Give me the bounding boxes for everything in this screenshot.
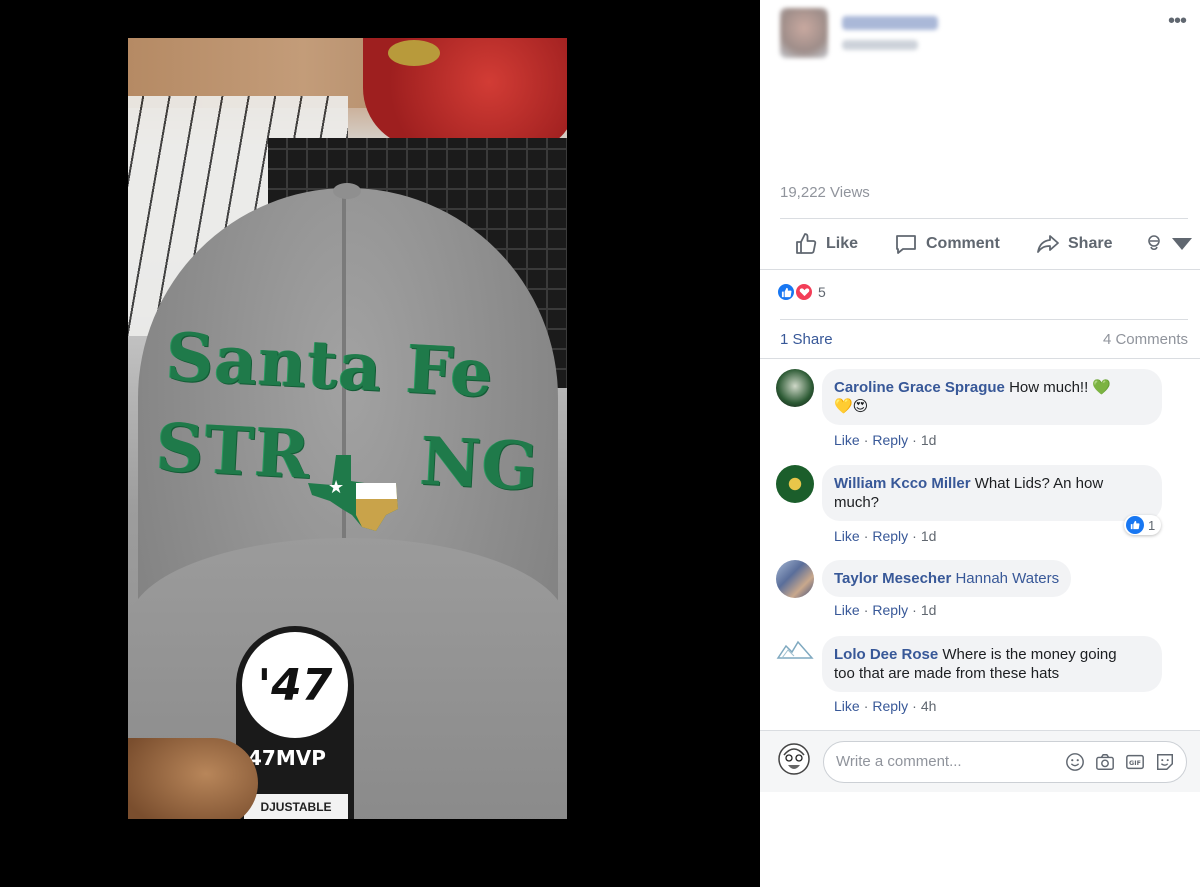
video-player[interactable]: Santa Fe STR NG ★ '47 47MVP DJUSTABLE [128, 38, 567, 819]
comment-text-line2: too that are made from these hats [834, 665, 1060, 682]
poster-name-blurred[interactable] [842, 16, 938, 30]
tag-model-text: 47MVP [248, 746, 326, 770]
comment-author[interactable]: William Kcco Miller [834, 475, 971, 492]
svg-text:★: ★ [328, 477, 344, 498]
comment-author[interactable]: Caroline Grace Sprague [834, 379, 1005, 396]
comment-actions: Like · Reply · 4h [834, 698, 937, 714]
comment-text[interactable]: Hannah Waters [955, 570, 1059, 587]
comment-reaction-badge[interactable]: 1 [1124, 515, 1162, 535]
user-avatar-small-icon [1148, 235, 1160, 251]
emoji-icon[interactable] [1064, 751, 1086, 773]
chevron-down-icon [1172, 238, 1192, 250]
like-reaction-icon [1126, 516, 1144, 534]
reactions-summary[interactable]: 5 [776, 282, 826, 302]
comment-text: What Lids? An how [974, 475, 1104, 492]
comment-bubble: William Kcco Miller What Lids? An how mu… [822, 465, 1162, 521]
comment-time[interactable]: 1d [921, 432, 937, 448]
comment-actions: Like · Reply · 1d [834, 432, 937, 448]
comment-reply-link[interactable]: Reply [872, 698, 908, 714]
comment-like-link[interactable]: Like [834, 528, 860, 544]
cap-text-line2b: NG [418, 421, 542, 506]
share-button[interactable]: Share [1036, 232, 1112, 256]
comment-reply-link[interactable]: Reply [872, 432, 908, 448]
tag-logo-circle: '47 [242, 632, 348, 738]
share-count-link[interactable]: 1 Share [780, 331, 833, 348]
comment-text-line2: much? [834, 494, 880, 511]
like-button[interactable]: Like [794, 232, 858, 256]
comment-actions: Like · Reply · 1d [834, 602, 937, 618]
share-label: Share [1068, 235, 1113, 252]
like-label: Like [826, 235, 859, 252]
comment-reaction-count: 1 [1148, 517, 1156, 533]
comment-author[interactable]: Taylor Mesecher [834, 570, 951, 587]
more-options-button[interactable]: ••• [1168, 10, 1187, 33]
comment-label: Comment [926, 235, 1000, 252]
divider [780, 319, 1188, 320]
post-as-selector[interactable] [1142, 232, 1194, 256]
reaction-count: 5 [818, 284, 826, 300]
comment-composer: Write a comment... GIF [760, 730, 1200, 792]
camera-icon[interactable] [1094, 751, 1116, 773]
user-avatar-icon [778, 743, 810, 775]
comment-bubble: Taylor Mesecher Hannah Waters [822, 560, 1072, 597]
comment-input-placeholder: Write a comment... [836, 753, 962, 770]
cap-text-line2a: STR [154, 408, 313, 495]
comment-author[interactable]: Lolo Dee Rose [834, 646, 938, 663]
comment-count-link[interactable]: 4 Comments [1103, 331, 1188, 348]
comment-time[interactable]: 1d [921, 528, 937, 544]
like-reaction-icon [776, 282, 796, 302]
love-reaction-icon [794, 282, 814, 302]
post-actions-bar: Like Comment Share [760, 222, 1200, 266]
commenter-avatar[interactable] [776, 465, 814, 503]
post-side-panel: ••• 19,222 Views Like Comment Share 5 1 … [760, 0, 1200, 887]
sticker-icon[interactable] [1154, 751, 1176, 773]
gif-icon[interactable]: GIF [1124, 751, 1146, 773]
comment-bubble: Lolo Dee Rose Where is the money going t… [822, 636, 1162, 692]
comment-like-link[interactable]: Like [834, 602, 860, 618]
comment-text: How much!! 💚 [1009, 379, 1112, 396]
comment-time[interactable]: 4h [921, 698, 937, 714]
post-meta-blurred [842, 40, 918, 50]
video-thumb [128, 738, 258, 819]
comment-like-link[interactable]: Like [834, 432, 860, 448]
commenter-avatar[interactable] [776, 636, 814, 674]
comment-actions: Like · Reply · 1d [834, 528, 937, 544]
comment-text: Where is the money going [942, 646, 1117, 663]
tag-adjustable-text: DJUSTABLE [244, 794, 348, 819]
comment-bubble-icon [896, 235, 916, 254]
commenter-avatar[interactable] [776, 369, 814, 407]
svg-text:GIF: GIF [1129, 760, 1141, 767]
media-viewer: Santa Fe STR NG ★ '47 47MVP DJUSTABLE [0, 0, 760, 887]
post-header: ••• [760, 0, 1200, 80]
view-count: 19,222 Views [780, 184, 870, 201]
share-arrow-icon [1037, 235, 1059, 253]
mountain-avatar-icon [776, 640, 814, 659]
comment-input[interactable]: Write a comment... GIF [823, 741, 1187, 783]
comment-button[interactable]: Comment [894, 232, 1000, 256]
divider [760, 358, 1200, 359]
poster-avatar[interactable] [780, 8, 828, 58]
video-red-cap-logo [388, 40, 440, 66]
commenter-avatar[interactable] [776, 560, 814, 598]
composer-icons: GIF [1064, 751, 1176, 773]
comment-reply-link[interactable]: Reply [872, 602, 908, 618]
current-user-avatar[interactable] [776, 741, 812, 781]
comment-bubble: Caroline Grace Sprague How much!! 💚 💛😍 [822, 369, 1162, 425]
divider [760, 269, 1200, 270]
comment-like-link[interactable]: Like [834, 698, 860, 714]
divider [780, 218, 1188, 219]
comment-reply-link[interactable]: Reply [872, 528, 908, 544]
comment-text-line2: 💛😍 [834, 398, 869, 415]
tag-logo-text: '47 [257, 659, 333, 711]
video-cap-button [333, 183, 361, 199]
comment-time[interactable]: 1d [921, 602, 937, 618]
texas-flag-icon: ★ [308, 455, 398, 531]
thumbs-up-icon [796, 233, 817, 254]
